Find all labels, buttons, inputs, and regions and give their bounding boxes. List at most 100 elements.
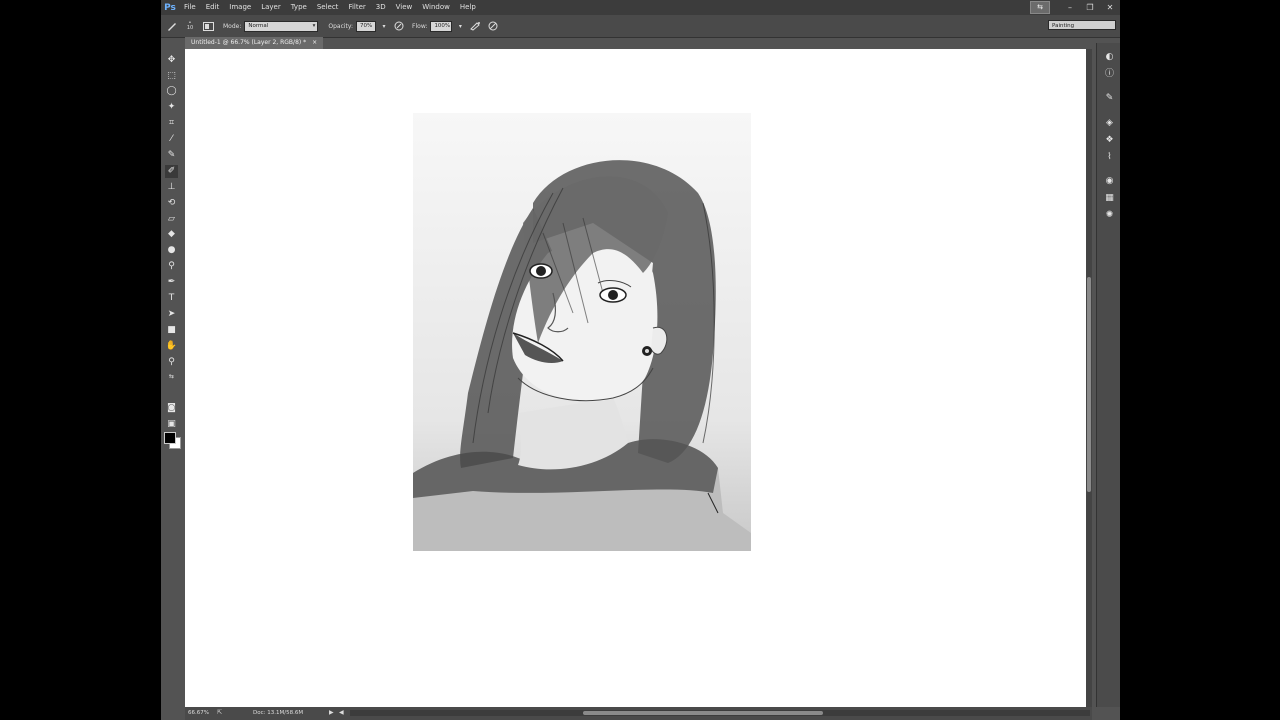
info-panel-button[interactable]: ⓘ — [1103, 68, 1116, 81]
channels-panel-button[interactable]: ❖ — [1103, 134, 1116, 147]
screen-mode-button[interactable]: ▣ — [165, 418, 178, 431]
crop-tool[interactable]: ⌗ — [165, 117, 178, 130]
vertical-scrollbar[interactable] — [1086, 49, 1092, 707]
pen-tool[interactable]: ✒ — [165, 276, 178, 289]
menu-bar: Ps File Edit Image Layer Type Select Fil… — [161, 0, 1120, 15]
info-panel-icon: ⓘ — [1104, 69, 1114, 79]
document-tab-close[interactable]: × — [312, 39, 317, 46]
flow-field[interactable]: 100% — [430, 20, 453, 32]
magic-wand-tool[interactable]: ✦ — [165, 101, 178, 114]
size-pressure-toggle[interactable] — [486, 19, 500, 33]
paint-bucket-tool[interactable]: ◆ — [165, 228, 178, 241]
menu-layer[interactable]: Layer — [256, 0, 286, 15]
brush-icon: ✐ — [167, 166, 176, 176]
layers-panel-button[interactable]: ◈ — [1103, 117, 1116, 130]
path-selection-icon: ➤ — [167, 309, 176, 319]
type-icon: T — [168, 293, 175, 303]
tool-preset-picker[interactable] — [165, 19, 179, 33]
lasso-tool[interactable]: ◯ — [165, 85, 178, 98]
export-icon[interactable]: ⇱ — [217, 709, 222, 716]
arrange-documents-button[interactable]: ⇆ — [1030, 1, 1050, 14]
healing-brush-tool[interactable]: ✎ — [165, 149, 178, 162]
airbrush-icon — [470, 22, 480, 31]
crop-icon: ⌗ — [168, 118, 175, 128]
brush-panel-toggle[interactable] — [201, 19, 215, 33]
clone-stamp-tool[interactable]: ⊥ — [165, 181, 178, 194]
path-selection-tool[interactable]: ➤ — [165, 308, 178, 321]
hand-tool[interactable]: ✋ — [165, 340, 178, 353]
brush-size-value: 10 — [186, 25, 194, 31]
eyedropper-tool[interactable]: ⁄ — [165, 133, 178, 146]
menu-image[interactable]: Image — [224, 0, 256, 15]
styles-icon: ✺ — [1105, 210, 1114, 220]
move-tool[interactable]: ✥ — [165, 54, 178, 67]
document-canvas[interactable] — [185, 49, 1086, 707]
color-panel-button[interactable]: ◐ — [1103, 51, 1116, 64]
brush-tool[interactable]: ✐ — [165, 165, 178, 178]
horizontal-scroll-thumb[interactable] — [583, 711, 823, 715]
rectangle-icon: ■ — [167, 325, 176, 335]
document-tab-title: Untitled-1 @ 66.7% (Layer 2, RGB/8) * — [191, 39, 307, 46]
rectangle-tool[interactable]: ■ — [165, 324, 178, 337]
close-button[interactable]: ✕ — [1100, 0, 1120, 15]
brush-presets-button[interactable]: ✎ — [1103, 92, 1116, 105]
marquee-tool[interactable]: ⬚ — [165, 70, 178, 83]
eyedropper-icon: ⁄ — [170, 134, 173, 144]
swatches-panel-button[interactable]: ▦ — [1103, 192, 1116, 205]
app-logo: Ps — [164, 2, 176, 13]
opacity-pressure-toggle[interactable] — [392, 19, 406, 33]
pressure-size-icon — [488, 21, 498, 31]
restore-button[interactable]: ❐ — [1080, 0, 1100, 15]
brush-panel-icon — [202, 21, 214, 31]
adjustments-panel-button[interactable]: ◉ — [1103, 175, 1116, 188]
document-size-info: Doc: 13.1M/58.6M — [253, 710, 304, 716]
flow-slider-toggle[interactable]: ▾ — [456, 19, 464, 33]
scroll-left-arrow[interactable]: ◀ — [339, 709, 344, 716]
menu-file[interactable]: File — [179, 0, 201, 15]
paint-bucket-icon: ◆ — [168, 229, 175, 239]
status-menu-arrow[interactable]: ▶ — [329, 709, 334, 716]
menu-select[interactable]: Select — [312, 0, 344, 15]
chevron-down-icon: ▾ — [382, 22, 386, 30]
mode-value: Normal — [248, 22, 269, 29]
quick-mask-icon: ◙ — [167, 403, 176, 413]
color-panel-icon: ◐ — [1105, 52, 1114, 62]
foreground-color-swatch[interactable] — [164, 432, 176, 444]
mode-dropdown[interactable]: Normal ▾ — [244, 20, 319, 32]
screen-mode-icon: ▣ — [167, 419, 176, 429]
opacity-slider-toggle[interactable]: ▾ — [380, 19, 388, 33]
default-colors-button[interactable]: ⇆ — [165, 370, 178, 383]
menu-edit[interactable]: Edit — [201, 0, 225, 15]
menu-view[interactable]: View — [391, 0, 418, 15]
layers-icon: ◈ — [1106, 118, 1113, 128]
zoom-level[interactable]: 66.67% — [188, 710, 209, 716]
zoom-tool[interactable]: ⚲ — [165, 356, 178, 369]
marquee-icon: ⬚ — [167, 71, 176, 81]
options-bar: • 10 Mode: Normal ▾ Opacity: 70% ▾ Flow:… — [161, 15, 1120, 38]
dodge-tool[interactable]: ⚲ — [165, 260, 178, 273]
history-brush-tool[interactable]: ⟲ — [165, 197, 178, 210]
minimize-button[interactable]: – — [1060, 0, 1080, 15]
pencil-portrait-artwork — [413, 113, 751, 551]
photoshop-window: Ps File Edit Image Layer Type Select Fil… — [161, 0, 1120, 720]
type-tool[interactable]: T — [165, 292, 178, 305]
quick-mask-button[interactable]: ◙ — [165, 402, 178, 415]
airbrush-toggle[interactable] — [468, 19, 482, 33]
menu-help[interactable]: Help — [455, 0, 481, 15]
dodge-icon: ⚲ — [168, 261, 175, 271]
styles-panel-button[interactable]: ✺ — [1103, 209, 1116, 222]
vertical-scroll-thumb[interactable] — [1087, 277, 1091, 492]
menu-type[interactable]: Type — [286, 0, 312, 15]
workspace-switcher[interactable]: Painting — [1048, 20, 1116, 30]
opacity-field[interactable]: 70% — [356, 20, 377, 32]
eraser-tool[interactable]: ▱ — [165, 213, 178, 226]
paths-panel-button[interactable]: ⌇ — [1103, 151, 1116, 164]
menu-3d[interactable]: 3D — [371, 0, 391, 15]
document-tab[interactable]: Untitled-1 @ 66.7% (Layer 2, RGB/8) * × — [185, 37, 324, 49]
blur-tool[interactable]: ● — [165, 244, 178, 257]
menu-window[interactable]: Window — [417, 0, 455, 15]
brush-preset-picker[interactable]: • 10 — [183, 19, 197, 33]
menu-filter[interactable]: Filter — [343, 0, 370, 15]
opacity-label: Opacity: — [328, 22, 354, 30]
horizontal-scrollbar[interactable] — [350, 710, 1090, 716]
